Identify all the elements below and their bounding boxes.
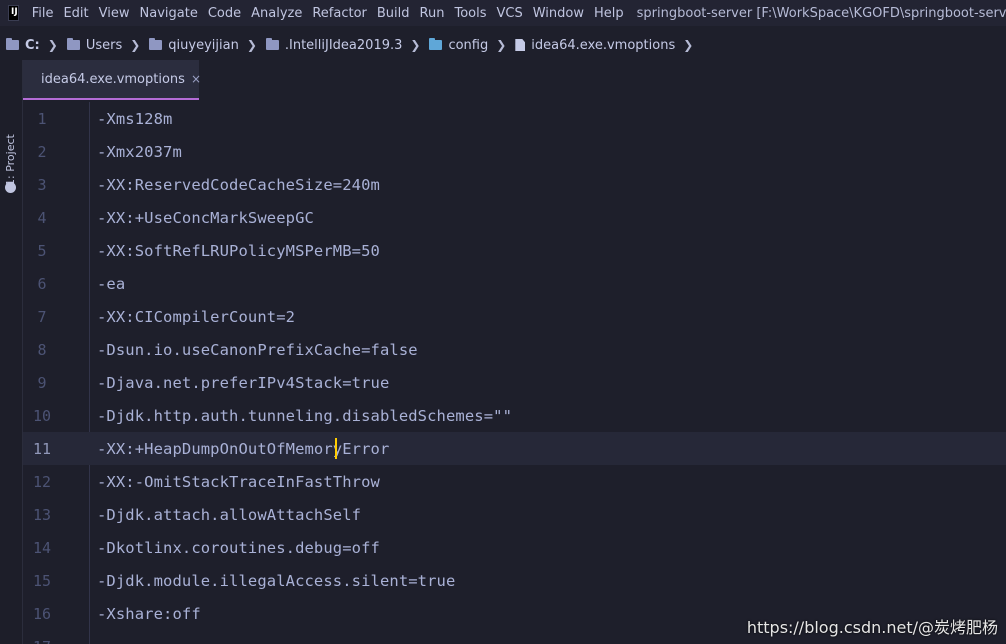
- breadcrumb-item-config[interactable]: config ❯: [423, 38, 509, 53]
- line-number: 11: [32, 439, 52, 458]
- code-text[interactable]: -Djdk.module.illegalAccess.silent=true: [97, 572, 455, 590]
- code-editor[interactable]: 1 -Xms128m 2 -Xmx2037m 3 -XX:ReservedCodeCach…: [23, 102, 1006, 644]
- project-tool-button[interactable]: 1: Project: [4, 134, 17, 186]
- code-text[interactable]: -Djava.net.preferIPv4Stack=true: [97, 374, 389, 392]
- line-number: 10: [32, 406, 52, 425]
- line-number: 12: [32, 472, 52, 491]
- code-text[interactable]: -XX:CICompilerCount=2: [97, 308, 295, 326]
- code-line[interactable]: 14 -Dkotlinx.coroutines.debug=off: [23, 531, 1006, 564]
- line-number: 14: [32, 538, 52, 557]
- code-text[interactable]: -XX:ReservedCodeCacheSize=240m: [97, 176, 380, 194]
- breadcrumb-label: Users: [85, 37, 123, 53]
- chevron-right-icon: ❯: [47, 38, 58, 52]
- code-text[interactable]: -Djdk.attach.allowAttachSelf: [97, 506, 361, 524]
- line-number: 9: [37, 373, 47, 392]
- code-line[interactable]: 8 -Dsun.io.useCanonPrefixCache=false: [23, 333, 1006, 366]
- code-text[interactable]: -XX:+UseConcMarkSweepGC: [97, 209, 314, 227]
- chevron-right-icon: ❯: [496, 38, 507, 52]
- menu-analyze[interactable]: Analyze: [246, 6, 307, 21]
- line-number: 4: [37, 208, 47, 227]
- line-number: 6: [37, 274, 47, 293]
- text-cursor: [335, 438, 337, 459]
- line-number: 13: [32, 505, 52, 524]
- chevron-right-icon: ❯: [246, 38, 257, 52]
- editor-tab-bar: idea64.exe.vmoptions ×: [23, 60, 1006, 102]
- config-folder-icon: [429, 38, 443, 50]
- breadcrumb-item-drive[interactable]: C: ❯: [0, 38, 61, 53]
- chevron-right-icon: ❯: [683, 38, 694, 52]
- line-number: 1: [37, 109, 47, 128]
- breadcrumb-item-idea-dir[interactable]: .IntelliJIdea2019.3 ❯: [260, 38, 424, 53]
- code-line[interactable]: 15 -Djdk.module.illegalAccess.silent=true: [23, 564, 1006, 597]
- close-icon[interactable]: ×: [191, 72, 201, 86]
- code-text[interactable]: -Xms128m: [97, 110, 172, 128]
- code-text[interactable]: -XX:+HeapDumpOnOutOfMemoryError: [97, 440, 389, 458]
- watermark: https://blog.csdn.net/@炭烤肥杨: [746, 618, 998, 637]
- code-line[interactable]: 5 -XX:SoftRefLRUPolicyMSPerMB=50: [23, 234, 1006, 267]
- code-line[interactable]: 9 -Djava.net.preferIPv4Stack=true: [23, 366, 1006, 399]
- code-text[interactable]: -Xmx2037m: [97, 143, 182, 161]
- menu-run[interactable]: Run: [415, 6, 450, 21]
- intellij-logo-icon: IJ: [8, 5, 19, 21]
- code-text[interactable]: -XX:SoftRefLRUPolicyMSPerMB=50: [97, 242, 380, 260]
- file-icon: [515, 39, 526, 51]
- menu-refactor[interactable]: Refactor: [307, 6, 372, 21]
- project-icon: [5, 182, 16, 193]
- breadcrumb-label: C:: [25, 37, 40, 53]
- code-line[interactable]: 1 -Xms128m: [23, 102, 1006, 135]
- code-line[interactable]: 12 -XX:-OmitStackTraceInFastThrow: [23, 465, 1006, 498]
- code-line[interactable]: 2 -Xmx2037m: [23, 135, 1006, 168]
- code-text[interactable]: -Dsun.io.useCanonPrefixCache=false: [97, 341, 418, 359]
- line-number: 5: [37, 241, 47, 260]
- chevron-right-icon: ❯: [130, 38, 141, 52]
- menu-tools[interactable]: Tools: [449, 6, 491, 21]
- line-number: 3: [37, 175, 47, 194]
- code-text[interactable]: -XX:-OmitStackTraceInFastThrow: [97, 473, 380, 491]
- folder-icon: [66, 38, 80, 50]
- code-text[interactable]: -Xshare:off: [97, 605, 201, 623]
- line-number: 7: [37, 307, 47, 326]
- line-number: 2: [37, 142, 47, 161]
- code-line[interactable]: 13 -Djdk.attach.allowAttachSelf: [23, 498, 1006, 531]
- window-title: springboot-server [F:\WorkSpace\KGOFD\sp…: [636, 5, 1006, 21]
- breadcrumb-item-user[interactable]: qiuyeyijian ❯: [143, 38, 260, 53]
- code-text[interactable]: -ea: [97, 275, 125, 293]
- breadcrumb-item-users[interactable]: Users ❯: [61, 38, 143, 53]
- breadcrumb-item-file[interactable]: idea64.exe.vmoptions ❯: [509, 38, 696, 53]
- menu-file[interactable]: File: [27, 6, 59, 21]
- code-line[interactable]: 6 -ea: [23, 267, 1006, 300]
- breadcrumb-label: config: [448, 37, 489, 53]
- line-number: 16: [32, 604, 52, 623]
- folder-icon: [149, 38, 163, 50]
- code-text[interactable]: -Djdk.http.auth.tunneling.disabledScheme…: [97, 407, 512, 425]
- line-number: 17: [23, 638, 61, 644]
- menu-bar: IJ File Edit View Navigate Code Analyze …: [0, 0, 1006, 26]
- code-text[interactable]: -Dkotlinx.coroutines.debug=off: [97, 539, 380, 557]
- menu-view[interactable]: View: [94, 6, 135, 21]
- menu-vcs[interactable]: VCS: [492, 6, 528, 21]
- menu-navigate[interactable]: Navigate: [135, 6, 203, 21]
- code-line[interactable]: 11 -XX:+HeapDumpOnOutOfMemoryError: [23, 432, 1006, 465]
- line-number: 15: [32, 571, 52, 590]
- folder-icon: [265, 38, 279, 50]
- menu-build[interactable]: Build: [372, 6, 415, 21]
- folder-icon: [6, 38, 19, 50]
- code-line[interactable]: 10 -Djdk.http.auth.tunneling.disabledSche…: [23, 399, 1006, 432]
- code-line[interactable]: 4 -XX:+UseConcMarkSweepGC: [23, 201, 1006, 234]
- tab-label: idea64.exe.vmoptions: [41, 71, 185, 87]
- menu-window[interactable]: Window: [528, 6, 589, 21]
- breadcrumb-label: idea64.exe.vmoptions: [531, 37, 676, 53]
- menu-help[interactable]: Help: [589, 6, 629, 21]
- breadcrumb-label: .IntelliJIdea2019.3: [284, 37, 403, 53]
- breadcrumb: C: ❯ Users ❯ qiuyeyijian ❯ .IntelliJIdea…: [0, 31, 1006, 59]
- left-tool-strip: 1: Project: [0, 60, 23, 644]
- menu-code[interactable]: Code: [203, 6, 246, 21]
- menu-edit[interactable]: Edit: [58, 6, 93, 21]
- code-line[interactable]: 3 -XX:ReservedCodeCacheSize=240m: [23, 168, 1006, 201]
- chevron-right-icon: ❯: [410, 38, 421, 52]
- tab-idea64-vmoptions[interactable]: idea64.exe.vmoptions ×: [23, 60, 201, 100]
- code-line[interactable]: 7 -XX:CICompilerCount=2: [23, 300, 1006, 333]
- line-number: 8: [37, 340, 47, 359]
- breadcrumb-label: qiuyeyijian: [168, 37, 239, 53]
